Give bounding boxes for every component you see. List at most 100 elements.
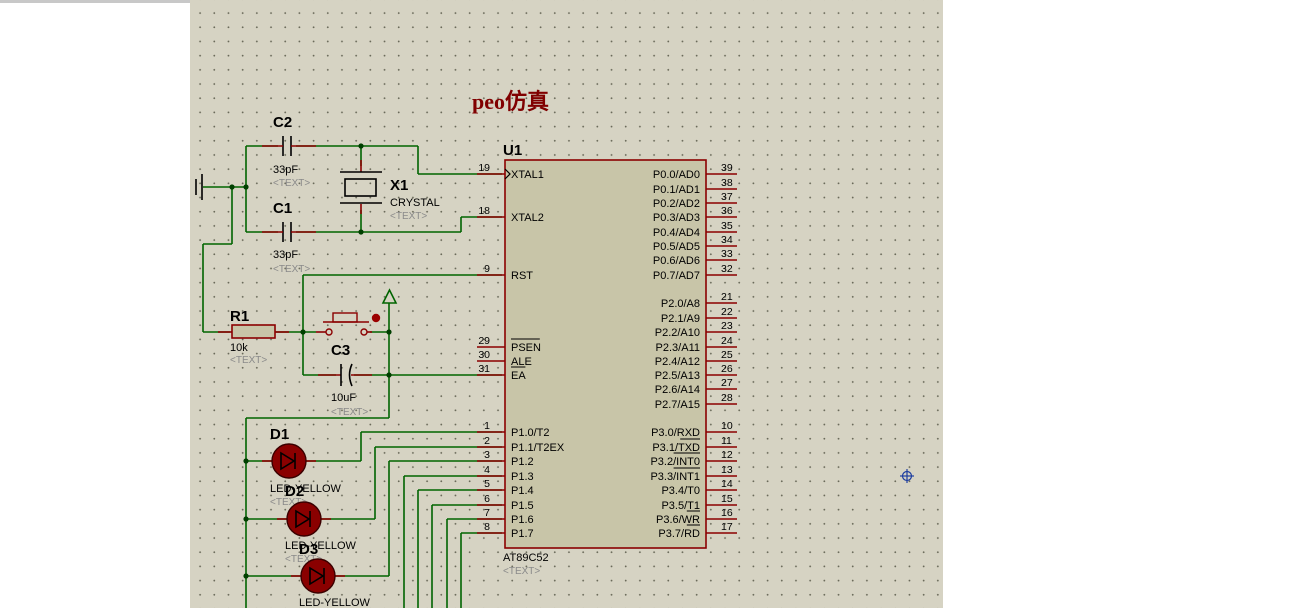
pin-number: 21 [721, 291, 733, 303]
pin-name: P1.7 [511, 528, 534, 540]
pin-name: P2.5/A13 [655, 370, 700, 382]
pin-name: P2.1/A9 [661, 313, 700, 325]
pin-name: P0.2/AD2 [653, 198, 700, 210]
vcc-terminal[interactable] [381, 288, 398, 304]
pin-name: XTAL2 [511, 212, 544, 224]
resistor-r1[interactable]: R1 10k <TEXT> [218, 308, 289, 366]
sheet-title: peo仿真 [472, 89, 549, 114]
capacitor-c2[interactable]: C2 33pF <TEXT> [262, 114, 316, 189]
pin-name: P3.3/INT1 [650, 471, 700, 483]
crosshair-cursor-icon [900, 469, 914, 483]
pin-number: 35 [721, 220, 733, 232]
pin-name: P3.4/T0 [661, 485, 700, 497]
d2-value: LED-YELLOW [285, 540, 357, 552]
pin-number: 31 [478, 363, 490, 375]
pin-name: P1.1/T2EX [511, 442, 565, 454]
x1-ref: X1 [390, 177, 408, 194]
pin-number: 28 [721, 392, 733, 404]
pin-name: P3.7/RD [658, 528, 700, 540]
pin-name: EA [511, 370, 526, 382]
pin-number: 18 [478, 205, 490, 217]
c1-value: 33pF [273, 249, 298, 261]
pin-number: 27 [721, 377, 733, 389]
pin-number: 34 [721, 234, 733, 246]
pin-name: ALE [511, 356, 532, 368]
pin-number: 2 [484, 435, 490, 447]
pin-name: P0.0/AD0 [653, 169, 700, 181]
pin-name: RST [511, 270, 533, 282]
pin-name: P2.7/A15 [655, 399, 700, 411]
c3-value: 10uF [331, 392, 356, 404]
pin-number: 36 [721, 205, 733, 217]
ground-symbol[interactable] [195, 174, 203, 200]
pin-name: P0.3/AD3 [653, 212, 700, 224]
pin-name: P2.3/A11 [656, 342, 700, 354]
wires [202, 145, 502, 608]
schematic-canvas[interactable]: peo仿真 C2 33pF <TEXT> C1 33pF <TEXT> X1 C… [0, 0, 1311, 608]
c3-ref: C3 [331, 342, 350, 359]
pin-number: 39 [721, 162, 733, 174]
pin-name: P1.3 [511, 471, 534, 483]
pin-number: 16 [721, 507, 733, 519]
pin-number: 15 [721, 493, 733, 505]
pin-name: P2.6/A14 [655, 384, 700, 396]
pin-number: 26 [721, 363, 733, 375]
pin-number: 38 [721, 177, 733, 189]
r1-text: <TEXT> [230, 355, 267, 366]
pin-number: 37 [721, 191, 733, 203]
d1-ref: D1 [270, 426, 289, 443]
pin-name: PSEN [511, 342, 541, 354]
x1-value: CRYSTAL [390, 197, 440, 209]
pin-number: 9 [484, 263, 490, 275]
pin-name: XTAL1 [511, 169, 544, 181]
chip-part: AT89C52 [503, 552, 549, 564]
reset-button[interactable] [316, 312, 381, 336]
pin-name: P3.1/TXD [652, 442, 700, 454]
c2-value: 33pF [273, 164, 298, 176]
pin-number: 5 [484, 478, 490, 490]
pin-name: P1.2 [511, 456, 534, 468]
pin-name: P2.0/A8 [661, 298, 700, 310]
pin-number: 6 [484, 493, 490, 505]
pin-number: 17 [721, 521, 733, 533]
capacitor-c1[interactable]: C1 33pF <TEXT> [262, 200, 316, 275]
pin-number: 14 [721, 478, 733, 490]
pin-number: 23 [721, 320, 733, 332]
capacitor-c3[interactable]: C3 10uF <TEXT> [318, 342, 372, 418]
pin-name: P1.0/T2 [511, 427, 550, 439]
pin-name: P1.5 [511, 500, 534, 512]
pin-number: 7 [484, 507, 490, 519]
microcontroller-u1[interactable]: U1 AT89C52 <TEXT> 19 XTAL1 18 XTAL2 9 RST 29 PS… [477, 142, 737, 577]
r1-ref: R1 [230, 308, 249, 325]
pin-number: 3 [484, 449, 490, 461]
pin-number: 13 [721, 464, 733, 476]
chip-text: <TEXT> [503, 566, 540, 577]
r1-value: 10k [230, 342, 248, 354]
pin-number: 12 [721, 449, 733, 461]
pin-number: 32 [721, 263, 733, 275]
pin-name: P0.4/AD4 [653, 227, 700, 239]
pin-number: 4 [484, 464, 490, 476]
x1-text: <TEXT> [390, 211, 427, 222]
pin-name: P3.6/WR [656, 514, 700, 526]
chip-ref: U1 [503, 142, 522, 159]
pin-name: P0.5/AD5 [653, 241, 700, 253]
pin-name: P2.4/A12 [655, 356, 700, 368]
pin-name: P0.1/AD1 [653, 184, 700, 196]
c1-text: <TEXT> [273, 264, 310, 275]
c2-text: <TEXT> [273, 178, 310, 189]
pin-name: P2.2/A10 [655, 327, 700, 339]
d3-value: LED-YELLOW [299, 597, 371, 608]
pin-name: P3.0/RXD [651, 427, 700, 439]
crystal-x1[interactable]: X1 CRYSTAL <TEXT> [340, 160, 440, 222]
pin-name: P1.6 [511, 514, 534, 526]
pin-number: 19 [478, 162, 490, 174]
pin-number: 30 [478, 349, 490, 361]
pin-number: 22 [721, 306, 733, 318]
d3-ref: D3 [299, 541, 318, 558]
d1-value: LED-YELLOW [270, 483, 342, 495]
pin-name: P0.7/AD7 [653, 270, 700, 282]
pin-number: 11 [721, 435, 732, 447]
pin-number: 29 [478, 335, 490, 347]
pin-number: 1 [484, 420, 490, 432]
